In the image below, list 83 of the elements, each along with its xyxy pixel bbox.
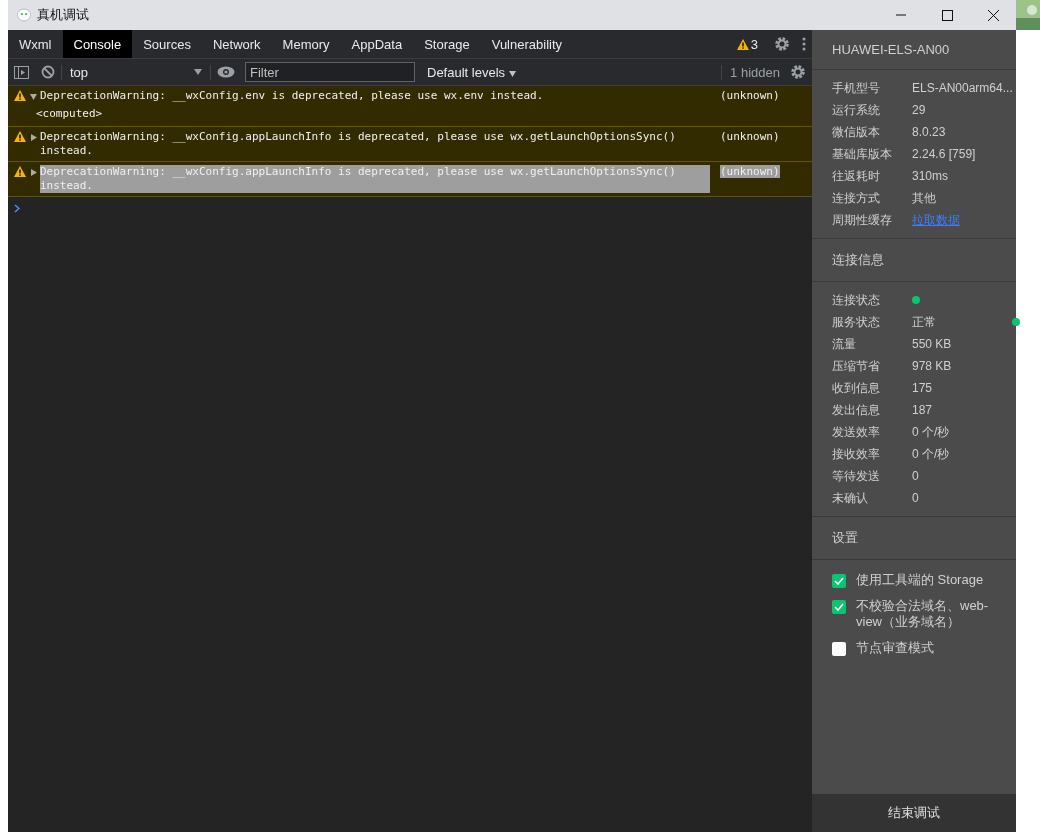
eye-icon[interactable] (217, 66, 235, 78)
section-title: 设置 (812, 517, 1016, 560)
settings-icon[interactable] (774, 36, 790, 52)
settings-icon[interactable] (790, 64, 806, 80)
message-source[interactable]: (unknown) (720, 89, 780, 102)
warning-icon (14, 131, 26, 142)
info-label: 压缩节省 (832, 357, 881, 375)
expanded-caret-icon[interactable] (30, 93, 37, 100)
info-label: 连接状态 (832, 291, 881, 309)
levels-dropdown[interactable]: Default levels (421, 63, 522, 81)
option-label: 使用工具端的 Storage (856, 572, 984, 588)
warning-count: 3 (750, 36, 758, 52)
info-label: 连接方式 (832, 189, 881, 207)
info-label: 等待发送 (832, 467, 881, 485)
info-value: 175 (912, 381, 934, 395)
info-value: 其他 (912, 189, 937, 207)
maximize-icon[interactable] (941, 9, 953, 21)
tab[interactable]: Storage (413, 30, 481, 58)
checkbox[interactable] (832, 574, 846, 588)
info-label: 微信版本 (832, 123, 881, 141)
info-value: ELS-AN00arm64... (912, 81, 1014, 95)
close-icon[interactable] (987, 9, 999, 21)
warning-icon (14, 166, 26, 177)
sidebar-toggle-icon[interactable] (14, 65, 29, 79)
checkbox[interactable] (832, 642, 846, 656)
info-label: 周期性缓存 (832, 211, 893, 229)
warning-message[interactable]: DeprecationWarning: __wxConfig.appLaunchInfo is deprecated, please use wx.getLaunchOptionsSync() instead. (unknown) (8, 127, 812, 162)
hidden-count: 1 hidden (721, 64, 784, 80)
info-label: 基础库版本 (832, 145, 893, 163)
info-label: 手机型号 (832, 79, 881, 97)
tab[interactable]: Console (62, 30, 133, 58)
info-value: 978 KB (912, 359, 953, 373)
filter-field[interactable]: Filter (245, 62, 415, 82)
more-icon[interactable] (802, 37, 806, 51)
info-value: 0 (912, 491, 920, 505)
message-text: DeprecationWarning: __wxConfig.appLaunchInfo is deprecated, please use wx.getLaunchOptionsSync() instead. (40, 165, 710, 193)
tab[interactable]: Memory (271, 30, 341, 58)
info-value: 310ms (912, 169, 950, 183)
context-dropdown[interactable]: top (61, 64, 211, 80)
warning-icon (14, 90, 26, 101)
option-label: 节点审查模式 (856, 640, 934, 656)
info-label: 流量 (832, 335, 857, 353)
section-title: 连接信息 (812, 239, 1016, 282)
tab[interactable]: Vulnerability (480, 30, 574, 58)
info-value: 正常 (912, 313, 937, 331)
prompt-icon (14, 204, 20, 213)
info-label: 发出信息 (832, 401, 881, 419)
window-title: 真机调试 (37, 6, 90, 24)
dropdown-caret-icon[interactable] (194, 69, 202, 75)
info-label: 运行系统 (832, 101, 881, 119)
message-text: DeprecationWarning: __wxConfig.appLaunchInfo is deprecated, please use wx.getLaunchOptionsSync() instead. (40, 130, 677, 158)
warning-message[interactable]: DeprecationWarning: __wxConfig.env is deprecated, please use wx.env instead. <computed> (unknown) (8, 86, 812, 127)
info-value: 0 个/秒 (912, 445, 951, 463)
collapsed-caret-icon[interactable] (30, 134, 37, 141)
info-value: 0 个/秒 (912, 423, 951, 441)
message-text: DeprecationWarning: __wxConfig.env is deprecated, please use wx.env instead. (40, 89, 545, 103)
info-label: 收到信息 (832, 379, 881, 397)
tab[interactable]: Wxml (8, 30, 63, 58)
warning-icon (736, 38, 749, 50)
app-logo-icon (17, 8, 31, 22)
tab[interactable]: Sources (132, 30, 202, 58)
tab[interactable]: Network (201, 30, 272, 58)
info-value: 2.24.6 [759] (912, 147, 977, 161)
end-debug-button[interactable]: 结束调试 (812, 794, 1016, 832)
collapsed-caret-icon[interactable] (30, 169, 37, 176)
checkbox[interactable] (832, 600, 846, 614)
dropdown-caret-icon[interactable] (508, 70, 516, 77)
info-value: 0 (912, 469, 920, 483)
info-value: 550 KB (912, 337, 953, 351)
info-label: 接收效率 (832, 445, 881, 463)
info-label: 未确认 (832, 489, 869, 507)
device-name: HUAWEI-ELS-AN00 (812, 30, 1016, 70)
option-label: 不校验合法域名、web-view（业务域名） (856, 598, 990, 630)
info-value: 187 (912, 403, 934, 417)
tab[interactable]: AppData (340, 30, 414, 58)
info-label: 往返耗时 (832, 167, 881, 185)
clear-icon[interactable] (41, 65, 55, 79)
computed-value[interactable]: <computed> (36, 107, 710, 121)
info-label: 服务状态 (832, 313, 881, 331)
info-value: 8.0.23 (912, 125, 947, 139)
info-value: 29 (912, 103, 927, 117)
info-label: 发送效率 (832, 423, 881, 441)
message-source[interactable]: (unknown) (720, 130, 780, 143)
